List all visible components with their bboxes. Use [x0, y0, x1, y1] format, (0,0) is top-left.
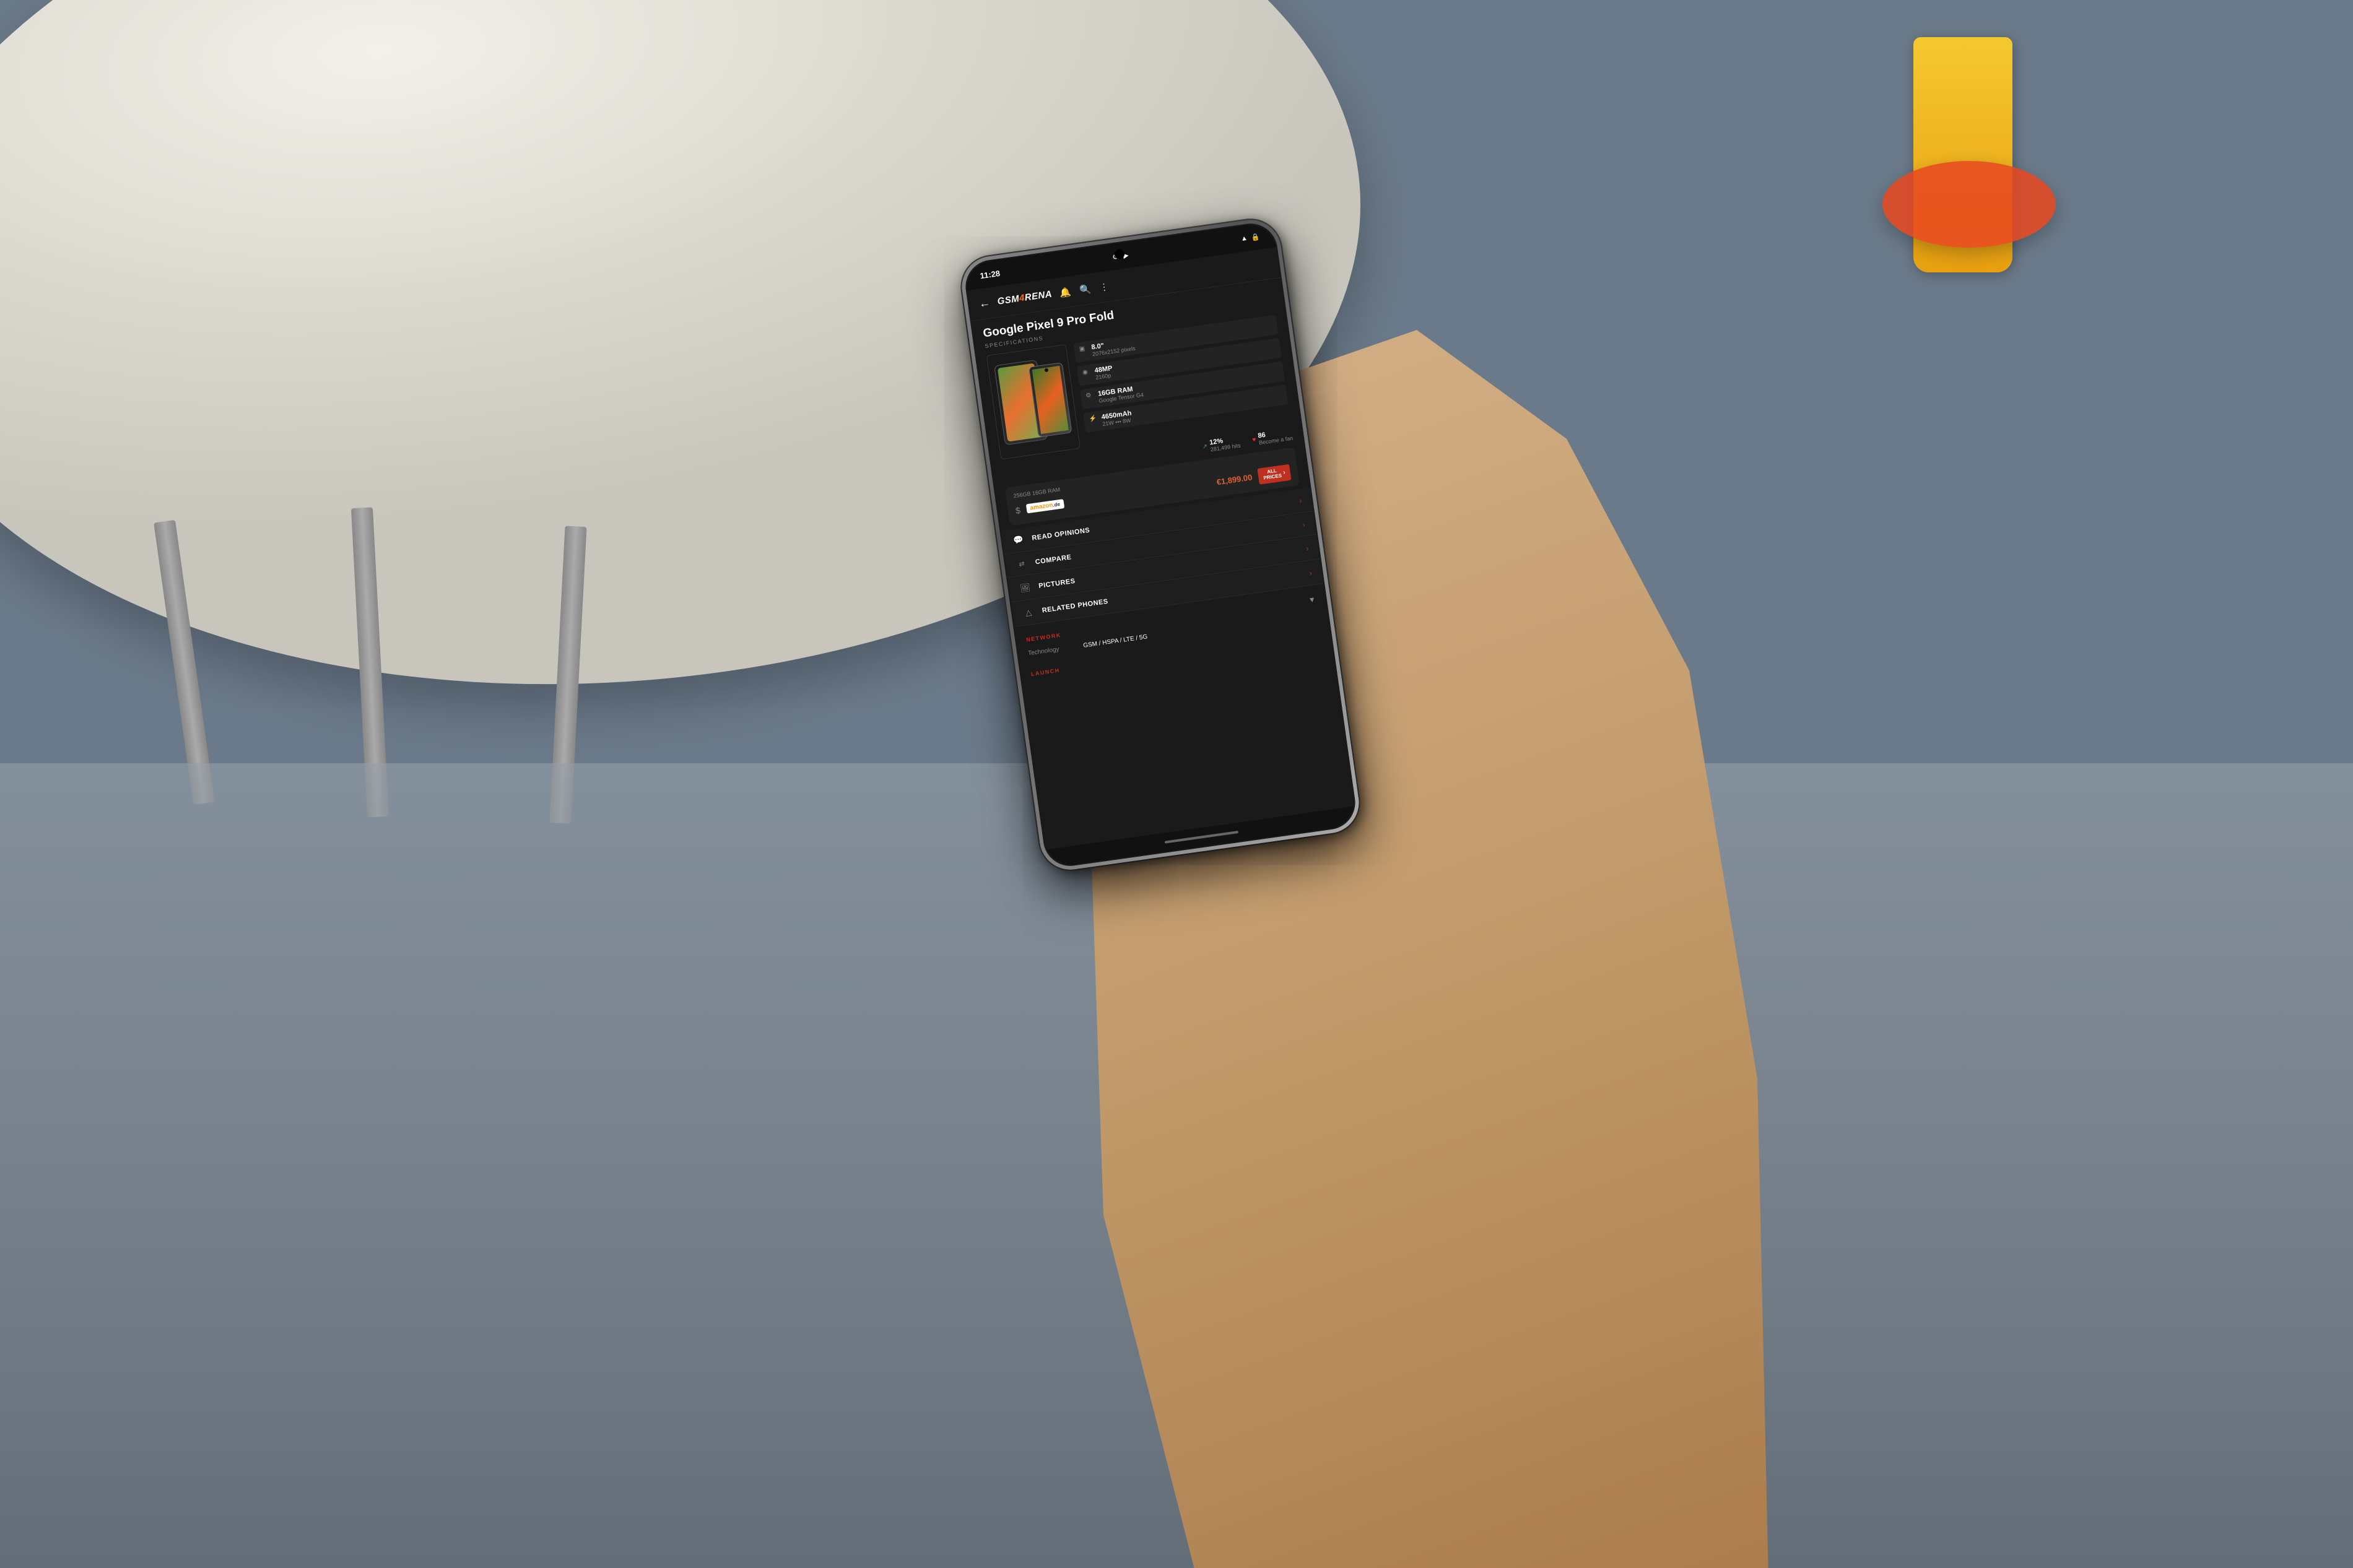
phone-img-panel-front	[1029, 362, 1072, 438]
pictures-icon: 🖼	[1019, 582, 1032, 594]
pictures-arrow: ›	[1305, 544, 1309, 552]
related-phones-label: RELATED PHONES	[1042, 570, 1310, 615]
camera-video: 2160p	[1095, 372, 1114, 381]
price-amount: €1,899.00	[1216, 473, 1253, 487]
price-section: 256GB 16GB RAM $ amazon.de €1,899.00 ALL…	[1005, 447, 1300, 526]
action-related-phones[interactable]: △ RELATED PHONES ›	[1011, 560, 1324, 627]
action-compare[interactable]: ⇄ COMPARE ›	[1004, 512, 1316, 578]
fan-count: 86	[1258, 428, 1293, 440]
all-prices-arrow: ›	[1283, 469, 1286, 476]
price-row: $ amazon.de €1,899.00 ALL PRICES ›	[1014, 464, 1291, 519]
main-content: Google Pixel 9 Pro Fold SPECIFICATIONS	[972, 278, 1355, 850]
device-image	[986, 344, 1081, 459]
hits-percent: 12%	[1209, 435, 1240, 447]
spec-ram: ⚙ 16GB RAM Google Tensor G4	[1080, 362, 1285, 410]
spec-display: ▣ 8.0" 2076x2152 pixels	[1073, 314, 1278, 363]
camera-info: 48MP 2160p	[1094, 365, 1114, 381]
display-resolution: 2076x2152 pixels	[1092, 345, 1136, 358]
battery-spec-icon: ⚡	[1089, 415, 1097, 423]
status-icons-right: ▲ 🔒	[1240, 232, 1260, 243]
battery-icon: 🔒	[1251, 232, 1260, 241]
opinions-icon: 💬	[1012, 534, 1025, 546]
related-arrow: ›	[1309, 568, 1313, 577]
play-icon: ▶	[1123, 251, 1129, 259]
heart-icon: ♥	[1252, 436, 1256, 443]
phone-img-panel-back	[994, 359, 1048, 444]
compare-arrow: ›	[1302, 520, 1306, 529]
menu-icon[interactable]: ⋮	[1098, 280, 1109, 293]
ram-size: 16GB RAM	[1097, 384, 1143, 398]
read-opinions-label: READ OPINIONS	[1032, 497, 1300, 542]
network-label: NETWORK	[1026, 597, 1309, 643]
spec-battery: ⚡ 4650mAh 21W ••• 8W	[1083, 384, 1288, 433]
related-icon: △	[1022, 607, 1035, 618]
header-icons: 🔔 🔍 ⋮	[1059, 280, 1110, 298]
network-expand-icon: ▼	[1308, 595, 1316, 605]
dollar-icon: $	[1015, 505, 1021, 516]
trending-icon: ↗	[1202, 443, 1208, 450]
status-icons-center: ⚙ ▶	[1111, 251, 1129, 261]
product-phone-render	[993, 350, 1074, 454]
spec-items-list: ▣ 8.0" 2076x2152 pixels ◉ 48MP 2160p	[1073, 314, 1290, 447]
compare-label: COMPARE	[1035, 521, 1303, 566]
app-logo: GSM4RENA	[997, 289, 1053, 307]
settings-icon: ⚙	[1111, 252, 1119, 261]
notification-icon[interactable]: 🔔	[1059, 286, 1072, 298]
battery-capacity: 4650mAh	[1101, 409, 1132, 421]
fan-label: Become a fan	[1258, 435, 1293, 446]
status-time: 11:28	[980, 268, 1001, 280]
amazon-badge[interactable]: amazon.de	[1026, 499, 1064, 513]
stat-fans[interactable]: ♥ 86 Become a fan	[1251, 428, 1294, 447]
chip-icon: ⚙	[1085, 392, 1094, 400]
camera-icon: ◉	[1082, 368, 1090, 376]
action-list: 💬 READ OPINIONS › ⇄ COMPARE › 🖼 PICTURES…	[1001, 487, 1323, 627]
app-header: ← GSM4RENA 🔔 🔍 ⋮	[967, 247, 1281, 321]
search-icon[interactable]: 🔍	[1079, 283, 1092, 295]
display-size: 8.0"	[1091, 338, 1135, 352]
display-icon: ▣	[1079, 345, 1087, 353]
pictures-label: PICTURES	[1038, 545, 1307, 590]
display-info: 8.0" 2076x2152 pixels	[1091, 338, 1136, 358]
stats-row: ↗ 12% 281,499 hits ♥ 86 Become a fan	[992, 424, 1304, 490]
stat-hits: ↗ 12% 281,499 hits	[1201, 435, 1241, 454]
launch-section[interactable]: LAUNCH	[1020, 621, 1331, 683]
amazon-domain: .de	[1053, 501, 1061, 508]
spec-camera: ◉ 48MP 2160p	[1077, 338, 1282, 386]
ram-info: 16GB RAM Google Tensor G4	[1097, 384, 1144, 404]
network-section-header[interactable]: NETWORK ▼	[1015, 587, 1326, 649]
price-variant: 256GB 16GB RAM	[1013, 454, 1289, 499]
phone-img-screen-back	[998, 363, 1045, 441]
technology-value: GSM / HSPA / LTE / 5G	[1083, 633, 1148, 649]
wifi-icon: ▲	[1240, 235, 1248, 243]
opinions-arrow: ›	[1298, 496, 1302, 505]
compare-icon: ⇄	[1015, 559, 1029, 569]
launch-label: LAUNCH	[1030, 667, 1060, 677]
specs-label: SPECIFICATIONS	[975, 301, 1285, 357]
orange-object	[1882, 161, 2056, 248]
battery-info: 4650mAh 21W ••• 8W	[1101, 409, 1133, 427]
all-prices-button[interactable]: ALL PRICES ›	[1257, 464, 1291, 485]
phone-img-screen-front	[1032, 365, 1069, 433]
home-bar	[1165, 831, 1238, 844]
hits-count: 281,499 hits	[1210, 442, 1241, 453]
action-pictures[interactable]: 🖼 PICTURES ›	[1007, 535, 1320, 602]
charging-info: 21W ••• 8W	[1102, 417, 1133, 427]
device-title: Google Pixel 9 Pro Fold	[972, 278, 1284, 345]
camera-cutout	[1114, 249, 1125, 260]
back-button[interactable]: ←	[978, 297, 991, 311]
camera-mp: 48MP	[1094, 365, 1113, 375]
action-read-opinions[interactable]: 💬 READ OPINIONS ›	[1001, 487, 1313, 555]
chip-name: Google Tensor G4	[1098, 391, 1144, 404]
technology-row: Technology GSM / HSPA / LTE / 5G	[1017, 605, 1329, 664]
specs-card: ▣ 8.0" 2076x2152 pixels ◉ 48MP 2160p	[976, 313, 1301, 467]
technology-label: Technology	[1028, 643, 1084, 657]
